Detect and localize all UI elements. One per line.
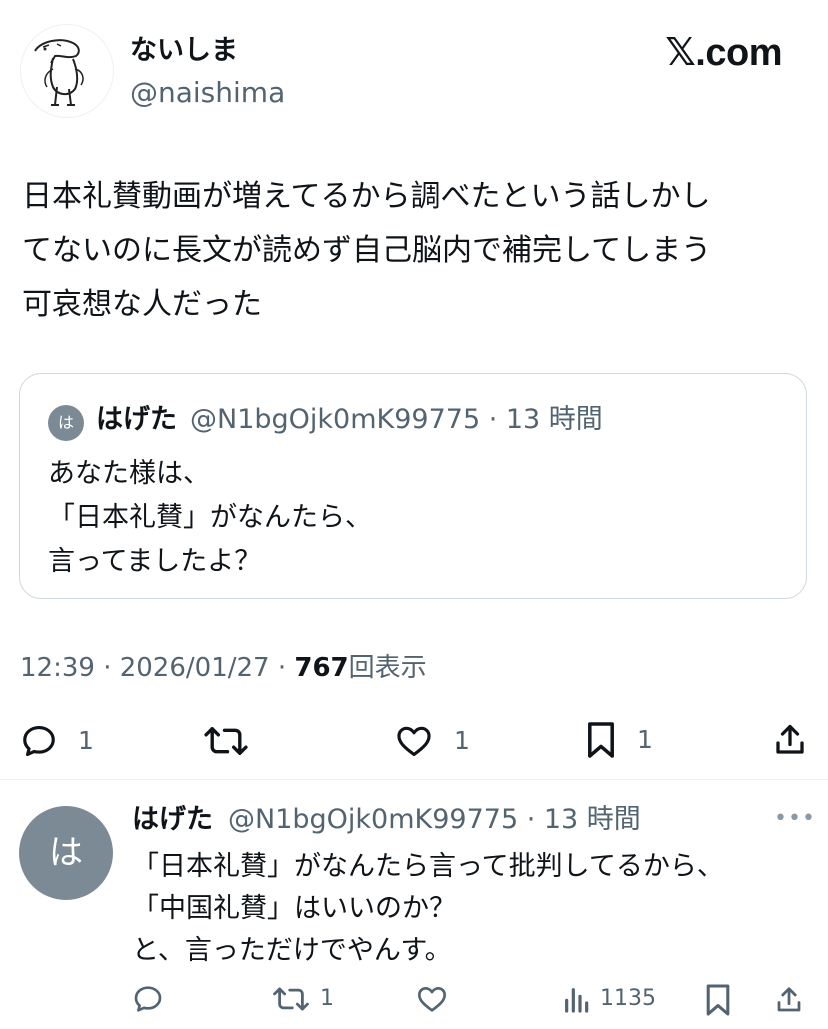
reply-like-button[interactable] (415, 983, 449, 1015)
post-timestamp[interactable]: 12:39 · 2026/01/27 · (20, 653, 294, 683)
quoted-author-name[interactable]: はげた (96, 402, 177, 438)
share-icon (777, 987, 801, 1012)
post-timestamp-views: 12:39 · 2026/01/27 · 767回表示 (20, 650, 427, 686)
quoted-post-text: あなた様は、 「日本礼賛」がなんたら、 言ってましたよ？ (48, 458, 372, 577)
reply-share-button[interactable] (774, 983, 804, 1017)
view-count: 767 (294, 653, 349, 683)
reply-views-count: 1135 (600, 986, 656, 1011)
quoted-author-meta: @N1bgOjk0mK99775 · 13 時間 (190, 404, 603, 435)
more-options-icon[interactable]: ••• (774, 806, 816, 831)
reply-retweet-count: 1 (320, 986, 334, 1011)
reply-icon (134, 986, 162, 1012)
reply-reply-button[interactable] (132, 983, 164, 1015)
like-count: 1 (454, 726, 470, 755)
reply-views-button[interactable]: 1135 (562, 983, 656, 1015)
author-handle[interactable]: @naishima (130, 76, 285, 110)
share-button[interactable] (772, 720, 808, 760)
like-button[interactable]: 1 (394, 722, 470, 760)
reply-retweet-button[interactable]: 1 (272, 983, 334, 1015)
bookmark-icon (706, 984, 730, 1016)
bookmark-count: 1 (637, 725, 653, 754)
kappa-illustration (34, 39, 84, 106)
views-label: 回表示 (348, 653, 427, 683)
retweet-icon (204, 727, 248, 755)
quoted-author-avatar[interactable]: は (48, 405, 84, 441)
bookmark-button[interactable]: 1 (585, 720, 653, 760)
reply-count: 1 (78, 726, 94, 755)
reply-author-avatar[interactable]: は (19, 806, 113, 900)
post-text: 日本礼賛動画が増えてるから調べたという話しかし てないのに長文が読めず自己脳内で… (22, 179, 712, 322)
reply-text: 「日本礼賛」がなんたら言って批判してるから、 「中国礼賛」はいいのか？ と、言っ… (132, 851, 724, 966)
bookmark-icon (588, 722, 614, 758)
reply-author-name[interactable]: はげた (132, 802, 213, 838)
retweet-button[interactable] (203, 722, 249, 760)
heart-icon (418, 987, 446, 1012)
share-icon (776, 724, 804, 754)
divider (0, 779, 828, 780)
retweet-icon (273, 987, 309, 1011)
reply-icon (23, 725, 55, 757)
author-avatar[interactable] (20, 24, 114, 118)
reply-bookmark-button[interactable] (704, 983, 732, 1017)
views-chart-icon (565, 988, 589, 1013)
heart-icon (397, 726, 431, 757)
reply-button[interactable]: 1 (20, 722, 94, 760)
reply-author-meta: @N1bgOjk0mK99775 · 13 時間 (228, 804, 641, 835)
x-com-logo: 𝕏.com (665, 32, 782, 74)
author-name[interactable]: ないしま (130, 34, 238, 68)
